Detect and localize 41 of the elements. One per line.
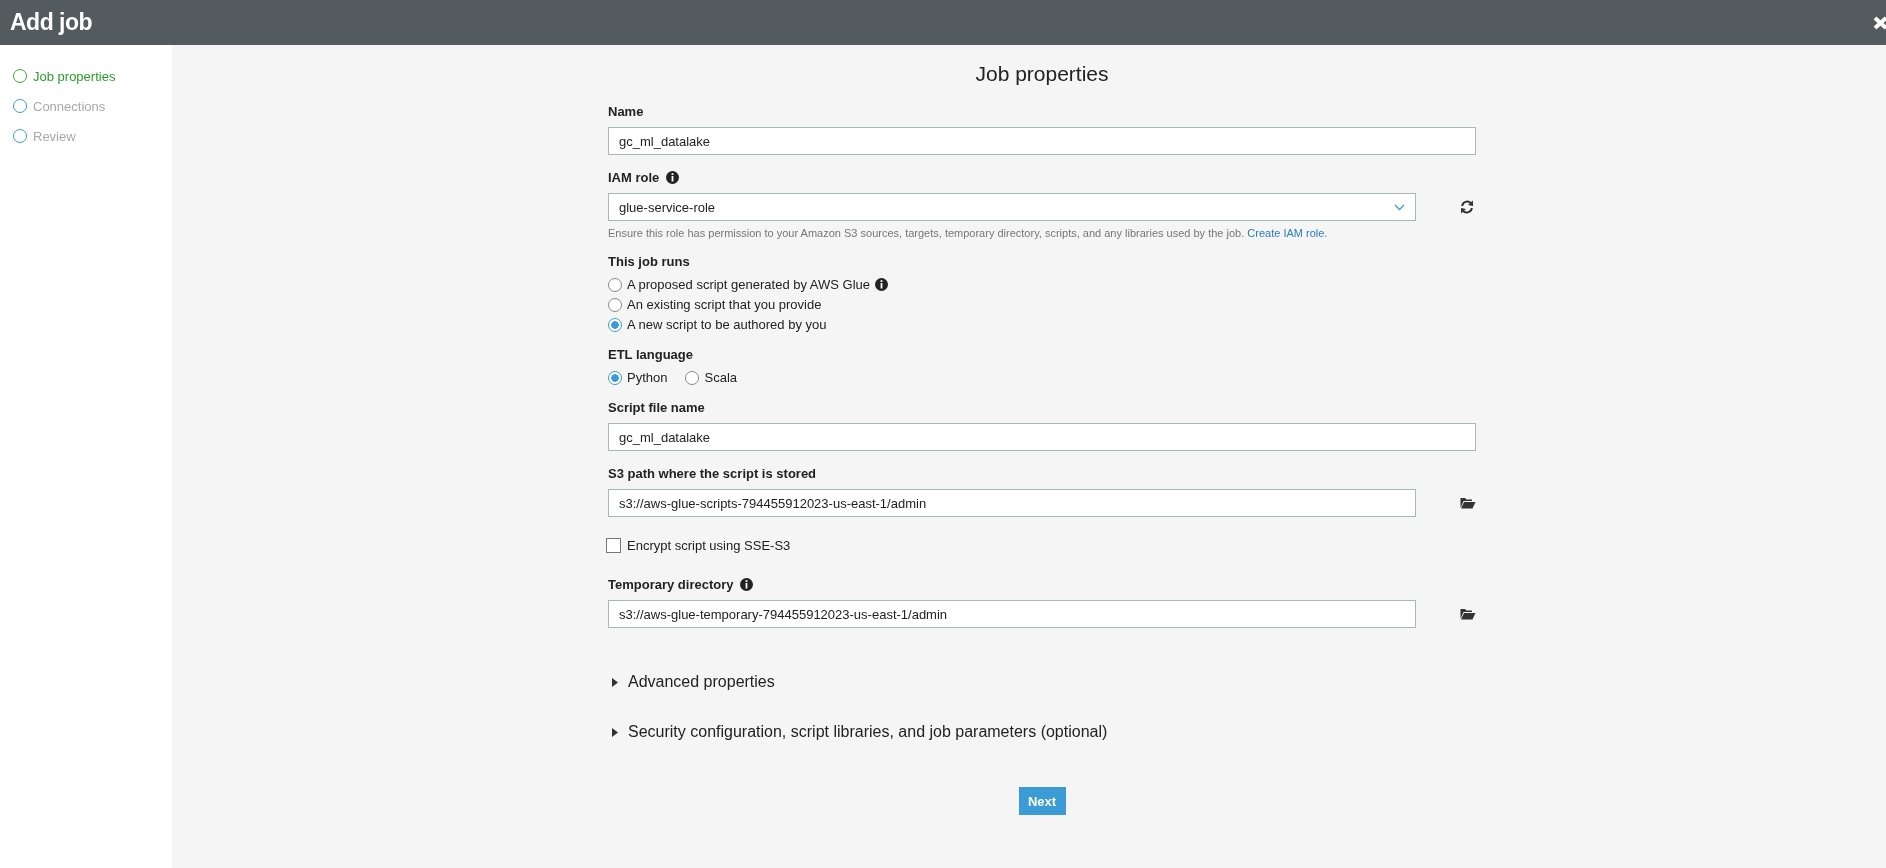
create-role-link[interactable]: Create IAM role. bbox=[1247, 227, 1328, 239]
field-label: Script file name bbox=[608, 400, 705, 415]
section-toggle[interactable]: Security configuration, script libraries, and job parameters (optional) bbox=[628, 723, 1108, 741]
info-icon[interactable] bbox=[666, 171, 680, 184]
field-label: This job runs bbox=[608, 254, 690, 269]
text-field[interactable]: s3://aws-glue-temporary-794455912023-us-east-1/admin bbox=[608, 600, 1416, 628]
field-label: ETL language bbox=[608, 347, 693, 362]
field-label: IAM role bbox=[608, 170, 660, 185]
radio-label: Scala bbox=[704, 370, 737, 385]
radio-label: A new script to be authored by you bbox=[627, 317, 827, 332]
chevron-down-icon bbox=[1394, 203, 1405, 211]
text-field[interactable]: gc_ml_datalake bbox=[608, 423, 1476, 451]
text-field[interactable]: gc_ml_datalake bbox=[608, 127, 1476, 155]
select-field[interactable]: glue-service-role bbox=[608, 193, 1416, 221]
radio-button[interactable] bbox=[608, 370, 622, 385]
text-field[interactable]: s3://aws-glue-scripts-794455912023-us-east-1/admin bbox=[608, 489, 1416, 517]
info-icon[interactable] bbox=[875, 278, 889, 291]
info-icon[interactable] bbox=[740, 578, 754, 591]
radio-label: A proposed script generated by AWS Glue bbox=[627, 277, 871, 292]
help-text: Ensure this role has permission to your Amazon S3 sources, targets, temporary directory, scripts, and any libraries used by the job. Create IAM role. bbox=[608, 227, 1329, 239]
checkbox-label: Encrypt script using SSE-S3 bbox=[627, 538, 791, 553]
close-icon[interactable] bbox=[1872, 14, 1886, 31]
caret-icon[interactable] bbox=[612, 677, 618, 687]
caret-icon[interactable] bbox=[612, 727, 618, 737]
section-toggle[interactable]: Advanced properties bbox=[628, 673, 775, 691]
page-title: Job properties bbox=[974, 62, 1110, 86]
radio-button[interactable] bbox=[685, 370, 700, 385]
window-title: Add job bbox=[10, 9, 93, 36]
folder-icon[interactable] bbox=[1460, 497, 1476, 509]
radio-button[interactable] bbox=[608, 317, 622, 332]
field-label: Name bbox=[608, 104, 644, 119]
field-label: S3 path where the script is stored bbox=[608, 466, 817, 481]
step-link[interactable]: Job properties bbox=[33, 68, 116, 84]
radio-button[interactable] bbox=[608, 277, 622, 292]
radio-button[interactable] bbox=[608, 297, 622, 312]
folder-icon[interactable] bbox=[1460, 608, 1476, 620]
radio-label: Python bbox=[627, 370, 668, 385]
refresh-icon[interactable] bbox=[1460, 200, 1474, 214]
checkbox[interactable] bbox=[606, 538, 621, 553]
radio-label: An existing script that you provide bbox=[627, 297, 822, 312]
field-label: Temporary directory bbox=[608, 577, 734, 592]
